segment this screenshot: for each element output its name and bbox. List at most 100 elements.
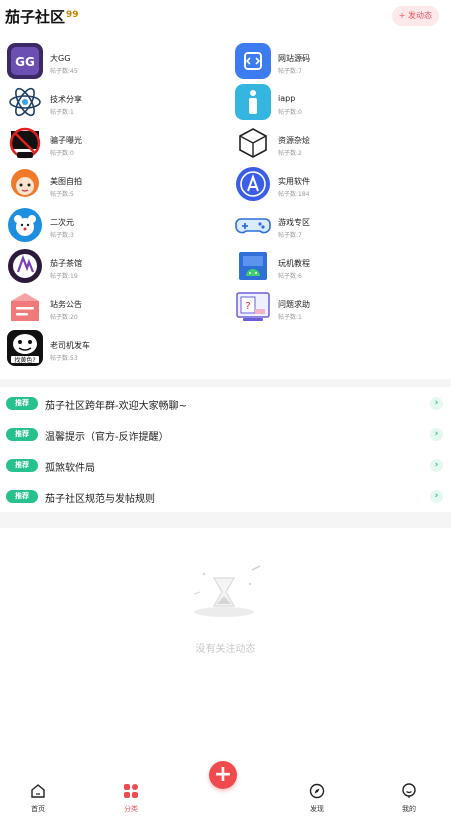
game-guardian-icon: GG <box>7 43 43 79</box>
category-count: 帖子数:3 <box>50 232 74 239</box>
list-item-title: 茄子社区规范与发帖规则 <box>45 494 155 505</box>
category-count: 帖子数:6 <box>278 273 302 280</box>
chevron-right-icon: › <box>430 397 443 410</box>
category-website-source[interactable]: 网站源码 帖子数:7 <box>235 43 451 79</box>
tab-profile[interactable]: 我的 <box>379 775 439 821</box>
tab-discover[interactable]: 发现 <box>287 775 347 821</box>
android-icon <box>235 248 271 284</box>
category-name: 网站源码 <box>278 54 310 63</box>
code-icon <box>235 43 271 79</box>
svg-text:GG: GG <box>15 55 35 69</box>
category-count: 帖子数:0 <box>50 150 74 157</box>
recommend-tag: 推荐 <box>6 490 38 503</box>
add-post-button[interactable]: + <box>209 761 237 789</box>
category-iapp[interactable]: iapp 帖子数:0 <box>235 84 451 120</box>
category-name: 美图自拍 <box>50 177 82 186</box>
meme-face-icon: 找黄色? <box>7 330 43 366</box>
tab-bar: 首页 分类 + 发现 我的 <box>0 761 451 821</box>
category-useful-software[interactable]: 实用软件 帖子数:184 <box>235 166 451 202</box>
section-divider <box>0 379 451 387</box>
list-item[interactable]: 推荐 孤煞软件局 › <box>0 450 451 481</box>
hourglass-icon <box>186 564 266 620</box>
category-count: 帖子数:7 <box>278 232 302 239</box>
category-count: 帖子数:53 <box>50 355 78 362</box>
category-name: 问题求助 <box>278 300 310 309</box>
list-item[interactable]: 推荐 温馨提示（官方-反诈提醒） › <box>0 419 451 450</box>
category-anime[interactable]: 二次元 帖子数:3 <box>7 207 227 243</box>
iapp-icon <box>235 84 271 120</box>
post-button[interactable]: + 发动态 <box>391 6 439 26</box>
gamepad-icon <box>235 207 271 243</box>
category-count: 帖子数:2 <box>278 150 302 157</box>
tab-label: 发现 <box>310 805 324 813</box>
list-item[interactable]: 推荐 茄子社区跨年群-欢迎大家畅聊~ › <box>0 388 451 419</box>
anime-girl-icon <box>7 166 43 202</box>
category-count: 帖子数:0 <box>278 109 302 116</box>
category-name: 游戏专区 <box>278 218 310 227</box>
category-name: 二次元 <box>50 218 74 227</box>
category-tech-share[interactable]: 技术分享 帖子数:1 <box>7 84 227 120</box>
category-help[interactable]: ? 问题求助 帖子数:1 <box>235 289 451 325</box>
category-name: 大GG <box>50 54 71 63</box>
list-item-title: 茄子社区跨年群-欢迎大家畅聊~ <box>45 401 187 412</box>
category-count: 帖子数:1 <box>50 109 74 116</box>
category-photo[interactable]: 美图自拍 帖子数:5 <box>7 166 227 202</box>
category-name: 实用软件 <box>278 177 310 186</box>
category-dagg[interactable]: GG 大GG 帖子数:45 <box>7 43 227 79</box>
title-badge: 99 <box>66 10 79 20</box>
tab-label: 我的 <box>402 805 416 813</box>
profile-icon <box>402 783 416 798</box>
empty-state-text: 没有关注动态 <box>195 644 256 655</box>
category-name: 资源杂烩 <box>278 136 310 145</box>
category-count: 帖子数:184 <box>278 191 310 198</box>
category-icon <box>124 784 138 798</box>
category-phone-tutorial[interactable]: 玩机教程 帖子数:6 <box>235 248 451 284</box>
bear-icon <box>7 207 43 243</box>
home-icon <box>31 784 45 798</box>
page-title: 茄子社区 <box>5 8 66 26</box>
category-driver[interactable]: 找黄色? 老司机发车 帖子数:53 <box>7 330 227 366</box>
category-count: 帖子数:1 <box>278 314 302 321</box>
app-store-icon <box>235 166 271 202</box>
svg-text:找黄色?: 找黄色? <box>14 356 35 364</box>
category-count: 帖子数:7 <box>278 68 302 75</box>
tab-home[interactable]: 首页 <box>8 775 68 821</box>
notice-icon <box>7 289 43 325</box>
svg-text:?: ? <box>245 301 250 312</box>
tab-label: 首页 <box>31 805 45 813</box>
category-name: 技术分享 <box>50 95 82 104</box>
list-item[interactable]: 推荐 茄子社区规范与发帖规则 › <box>0 481 451 512</box>
category-name: 站务公告 <box>50 300 82 309</box>
category-games[interactable]: 游戏专区 帖子数:7 <box>235 207 451 243</box>
section-divider <box>0 512 451 528</box>
recommend-tag: 推荐 <box>6 397 38 410</box>
anti-fraud-icon <box>7 125 43 161</box>
category-name: 骗子曝光 <box>50 136 82 145</box>
category-count: 帖子数:45 <box>50 68 78 75</box>
compass-icon <box>309 783 325 799</box>
category-count: 帖子数:5 <box>50 191 74 198</box>
chevron-right-icon: › <box>430 459 443 472</box>
recommend-tag: 推荐 <box>6 459 38 472</box>
tea-house-icon <box>7 248 43 284</box>
cube-icon <box>235 125 271 161</box>
category-name: 老司机发车 <box>50 341 90 350</box>
category-name: 玩机教程 <box>278 259 310 268</box>
recommend-tag: 推荐 <box>6 428 38 441</box>
category-teahouse[interactable]: 茄子茶馆 帖子数:19 <box>7 248 227 284</box>
chevron-right-icon: › <box>430 490 443 503</box>
header: 茄子社区 99 + 发动态 <box>0 0 451 36</box>
list-item-title: 孤煞软件局 <box>45 463 95 474</box>
category-scam-expose[interactable]: 骗子曝光 帖子数:0 <box>7 125 227 161</box>
tab-category[interactable]: 分类 <box>101 775 161 821</box>
list-item-title: 温馨提示（官方-反诈提醒） <box>45 432 169 443</box>
chevron-right-icon: › <box>430 428 443 441</box>
tab-label: 分类 <box>124 805 138 813</box>
help-icon: ? <box>235 289 271 325</box>
atom-icon <box>7 84 43 120</box>
category-name: iapp <box>278 94 296 103</box>
category-resource-mix[interactable]: 资源杂烩 帖子数:2 <box>235 125 451 161</box>
category-announcement[interactable]: 站务公告 帖子数:20 <box>7 289 227 325</box>
category-count: 帖子数:19 <box>50 273 78 280</box>
category-name: 茄子茶馆 <box>50 259 82 268</box>
